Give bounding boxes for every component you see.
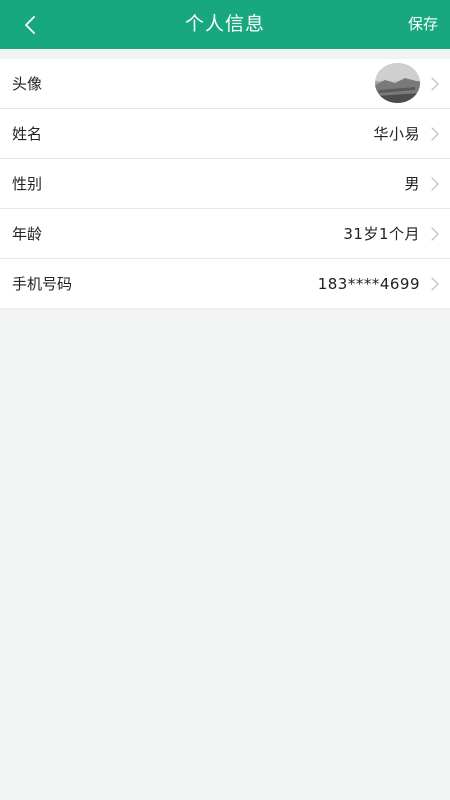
phone-value: 183****4699 — [317, 275, 420, 293]
save-button[interactable]: 保存 — [408, 0, 438, 49]
name-value: 华小易 — [373, 125, 420, 143]
row-age[interactable]: 年龄 31岁1个月 — [0, 209, 450, 259]
row-label: 年龄 — [12, 225, 43, 243]
avatar[interactable] — [375, 63, 420, 103]
row-name[interactable]: 姓名 华小易 — [0, 109, 450, 159]
row-label: 姓名 — [12, 125, 43, 143]
row-phone[interactable]: 手机号码 183****4699 — [0, 259, 450, 309]
chevron-right-icon — [431, 277, 439, 291]
app-header: 个人信息 保存 — [0, 0, 450, 49]
chevron-right-icon — [431, 177, 439, 191]
row-label: 头像 — [12, 75, 43, 93]
chevron-right-icon — [431, 77, 439, 91]
profile-list: 头像 姓名 华小易 性别 男 年龄 31岁1个月 手机号码 183****469… — [0, 59, 450, 309]
row-label: 性别 — [12, 175, 43, 193]
age-value: 31岁1个月 — [343, 225, 420, 243]
chevron-right-icon — [431, 127, 439, 141]
gender-value: 男 — [404, 175, 420, 193]
row-gender[interactable]: 性别 男 — [0, 159, 450, 209]
row-label: 手机号码 — [12, 275, 73, 293]
page-title: 个人信息 — [184, 13, 265, 35]
chevron-right-icon — [431, 227, 439, 241]
row-avatar[interactable]: 头像 — [0, 59, 450, 109]
